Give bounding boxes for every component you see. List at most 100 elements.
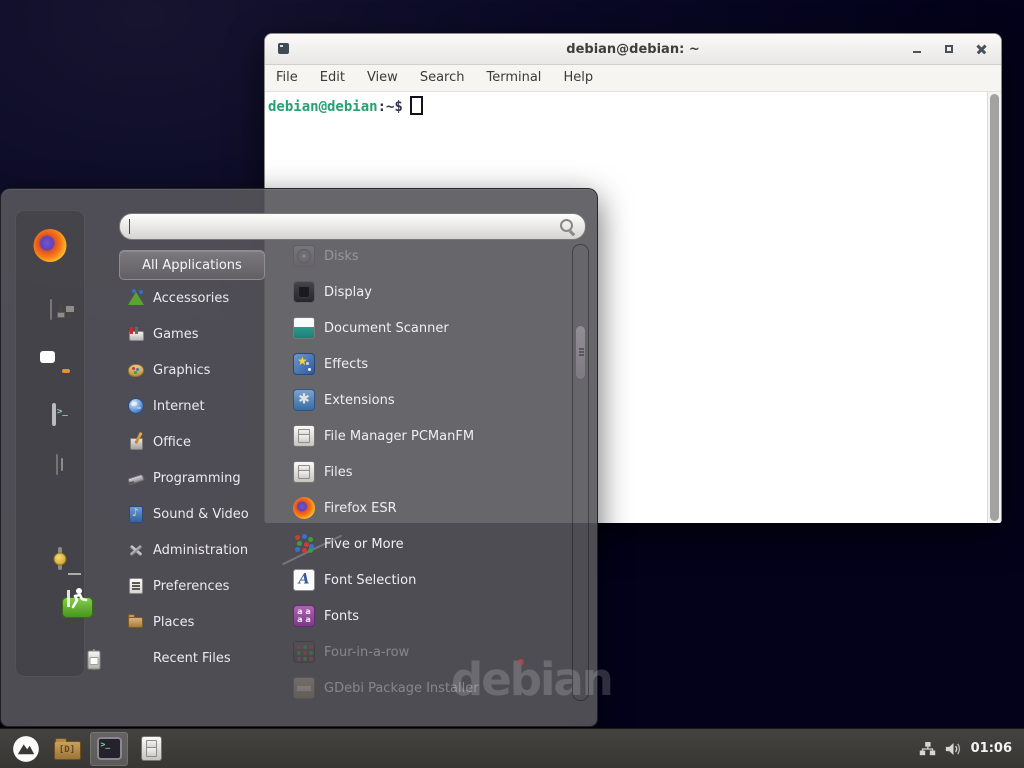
app-four-in-a-row: Four-in-a-row <box>281 634 565 670</box>
terminal-scrollbar-thumb[interactable] <box>990 94 999 521</box>
running-person-glyph <box>63 584 92 613</box>
app-display[interactable]: Display <box>281 274 565 310</box>
terminal-window-icon <box>278 43 289 54</box>
category-places[interactable]: Places <box>119 604 265 640</box>
category-all-applications[interactable]: All Applications <box>119 250 265 280</box>
search-icon <box>559 218 576 235</box>
font-selection-icon <box>293 569 315 591</box>
system-tray: 01:06 <box>919 741 1016 757</box>
fonts-icon <box>293 605 315 627</box>
app-label: Fonts <box>324 609 359 624</box>
terminal-scrollbar[interactable] <box>987 92 1001 523</box>
logout-icon[interactable] <box>62 597 93 618</box>
category-accessories[interactable]: Accessories <box>119 280 265 316</box>
taskbar: 01:06 <box>0 728 1024 768</box>
terminal-icon[interactable] <box>52 403 56 426</box>
programming-icon <box>127 469 145 487</box>
clock[interactable]: 01:06 <box>971 741 1012 756</box>
app-label: Font Selection <box>324 573 416 588</box>
category-programming[interactable]: Programming <box>119 460 265 496</box>
category-administration[interactable]: Administration <box>119 532 265 568</box>
network-icon[interactable] <box>919 741 936 757</box>
prompt-user-host: debian@debian <box>268 99 378 115</box>
five-or-more-icon <box>293 533 315 555</box>
app-file-manager-pcmanfm[interactable]: File Manager PCManFM <box>281 418 565 454</box>
category-label: Recent Files <box>153 651 231 666</box>
app-label: File Manager PCManFM <box>324 429 474 444</box>
menu-search-box[interactable] <box>119 213 586 240</box>
file-cabinet-icon <box>141 736 162 761</box>
terminal-window-button[interactable] <box>90 732 128 766</box>
maximize-icon[interactable] <box>941 41 957 57</box>
folder-window-button[interactable] <box>48 732 86 766</box>
display-icon <box>293 281 315 303</box>
menu-file[interactable]: File <box>265 65 309 91</box>
effects-icon <box>293 353 315 375</box>
window-title: debian@debian: ~ <box>265 42 1001 57</box>
app-label: Display <box>324 285 372 300</box>
file-cabinet-icon <box>293 461 315 483</box>
application-list: Disks Display Document Scanner Effects E… <box>281 238 565 701</box>
menu-edit[interactable]: Edit <box>309 65 356 91</box>
folder-icon <box>54 741 81 760</box>
disks-icon <box>293 245 315 267</box>
category-recent-files[interactable]: Recent Files <box>119 640 265 676</box>
shutdown-icon[interactable] <box>93 649 95 670</box>
app-label: Document Scanner <box>324 321 449 336</box>
category-internet[interactable]: Internet <box>119 388 265 424</box>
category-label: Games <box>153 327 198 342</box>
app-disks: Disks <box>281 238 565 274</box>
app-extensions[interactable]: Extensions <box>281 382 565 418</box>
menu-terminal[interactable]: Terminal <box>475 65 552 91</box>
menu-help[interactable]: Help <box>552 65 604 91</box>
minimize-icon[interactable] <box>909 41 925 57</box>
firefox-icon <box>293 497 315 519</box>
menu-button[interactable] <box>8 731 44 767</box>
category-sound-video[interactable]: Sound & Video <box>119 496 265 532</box>
office-icon <box>127 433 145 451</box>
file-manager-icon[interactable] <box>56 454 58 475</box>
category-label: Graphics <box>153 363 210 378</box>
app-label: Four-in-a-row <box>324 645 409 660</box>
menu-view[interactable]: View <box>356 65 409 91</box>
category-graphics[interactable]: Graphics <box>119 352 265 388</box>
app-firefox-esr[interactable]: Firefox ESR <box>281 490 565 526</box>
preferences-icon <box>127 577 145 595</box>
category-office[interactable]: Office <box>119 424 265 460</box>
files-window-button[interactable] <box>132 732 170 766</box>
window-controls <box>909 41 989 57</box>
app-document-scanner[interactable]: Document Scanner <box>281 310 565 346</box>
prompt-path: :~$ <box>378 99 403 115</box>
administration-icon <box>127 541 145 559</box>
shell-prompt: debian@debian:~$ <box>265 92 1001 115</box>
firefox-icon[interactable] <box>34 229 67 262</box>
category-label: Administration <box>153 543 248 558</box>
menu-scrollbar[interactable] <box>572 244 589 701</box>
category-games[interactable]: Games <box>119 316 265 352</box>
volume-icon[interactable] <box>945 741 962 757</box>
app-font-selection[interactable]: Font Selection <box>281 562 565 598</box>
menu-scrollbar-thumb[interactable] <box>575 325 586 380</box>
text-caret <box>129 219 130 234</box>
category-preferences[interactable]: Preferences <box>119 568 265 604</box>
category-list: All Applications Accessories Games Graph… <box>119 250 265 676</box>
category-label: Accessories <box>153 291 229 306</box>
search-input[interactable] <box>134 217 559 237</box>
terminal-titlebar[interactable]: debian@debian: ~ <box>265 34 1001 65</box>
app-label: Effects <box>324 357 368 372</box>
terminal-menubar: File Edit View Search Terminal Help <box>265 65 1001 92</box>
app-five-or-more[interactable]: Five or More <box>281 526 565 562</box>
category-label: Sound & Video <box>153 507 249 522</box>
lock-screen-icon[interactable] <box>58 547 62 570</box>
close-icon[interactable] <box>973 41 989 57</box>
category-label: Internet <box>153 399 205 414</box>
control-center-icon[interactable] <box>50 299 52 320</box>
app-label: Extensions <box>324 393 395 408</box>
gdebi-icon <box>293 677 315 699</box>
app-fonts[interactable]: Fonts <box>281 598 565 634</box>
menu-search[interactable]: Search <box>409 65 476 91</box>
app-label: Files <box>324 465 353 480</box>
app-effects[interactable]: Effects <box>281 346 565 382</box>
app-files[interactable]: Files <box>281 454 565 490</box>
category-label: Preferences <box>153 579 229 594</box>
